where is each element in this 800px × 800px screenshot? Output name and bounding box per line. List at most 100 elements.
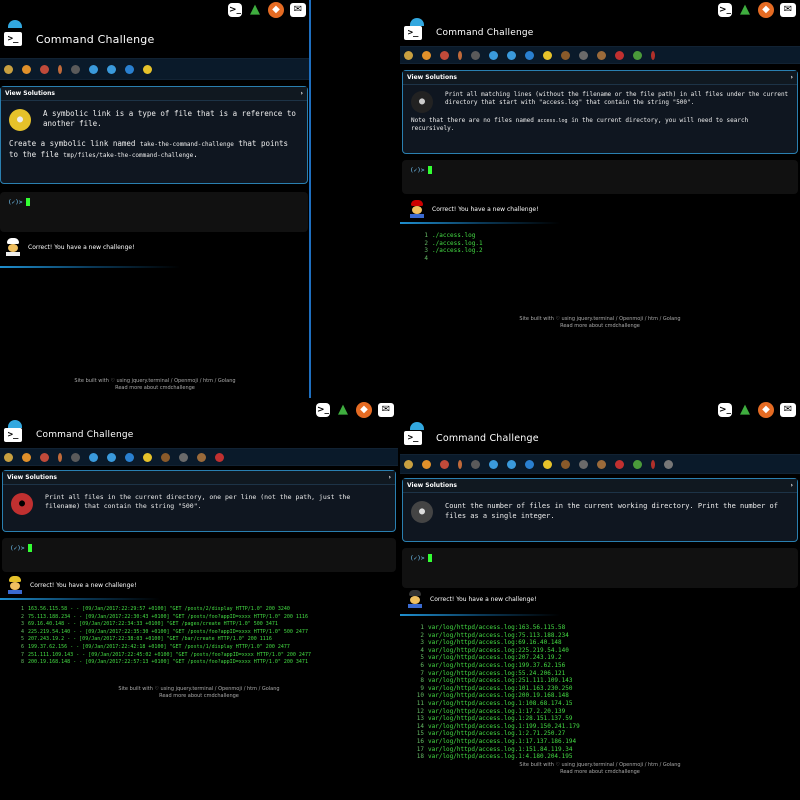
whale-icon[interactable] bbox=[89, 64, 98, 74]
gitlab-icon[interactable]: ◆ bbox=[356, 402, 372, 418]
footer-link[interactable]: Read more about cmdchallenge bbox=[0, 693, 398, 700]
snail-icon[interactable] bbox=[404, 459, 413, 469]
tree-icon[interactable]: ▲ bbox=[248, 3, 262, 17]
carrot-icon[interactable] bbox=[58, 452, 62, 462]
mail-icon[interactable]: ✉ bbox=[378, 403, 394, 417]
ladybug-icon[interactable] bbox=[615, 50, 624, 60]
butterfly-icon[interactable] bbox=[22, 452, 31, 462]
terminal-logo-icon[interactable]: >_ bbox=[4, 428, 22, 442]
snail-icon[interactable] bbox=[404, 50, 413, 60]
wolf-icon[interactable] bbox=[579, 50, 588, 60]
owl-icon[interactable] bbox=[597, 50, 606, 60]
fish-icon[interactable] bbox=[525, 459, 534, 469]
dolphin-icon[interactable] bbox=[507, 50, 516, 60]
chevron-right-icon[interactable]: › bbox=[301, 90, 303, 97]
terminal-icon[interactable]: >_ bbox=[718, 403, 732, 417]
line-number: 4 bbox=[420, 646, 424, 654]
owl-icon[interactable] bbox=[597, 459, 606, 469]
umbrella-icon bbox=[8, 20, 22, 28]
virus-icon[interactable] bbox=[471, 50, 480, 60]
footer-link[interactable]: Read more about cmdchallenge bbox=[0, 385, 310, 392]
terminal[interactable]: (✓)> bbox=[402, 160, 798, 194]
chevron-right-icon[interactable]: › bbox=[791, 482, 793, 489]
mail-icon[interactable]: ✉ bbox=[290, 3, 306, 17]
shell-icon[interactable] bbox=[561, 459, 570, 469]
snail-icon[interactable] bbox=[4, 64, 13, 74]
dolphin-icon[interactable] bbox=[107, 64, 116, 74]
gitlab-icon[interactable]: ◆ bbox=[268, 2, 284, 18]
virus-icon[interactable] bbox=[71, 64, 80, 74]
wolf-icon[interactable] bbox=[179, 452, 188, 462]
terminal-icon[interactable]: >_ bbox=[316, 403, 330, 417]
chevron-right-icon[interactable]: › bbox=[791, 74, 793, 81]
fish-icon[interactable] bbox=[125, 452, 134, 462]
shell-icon[interactable] bbox=[561, 50, 570, 60]
terminal[interactable]: (✓)> bbox=[0, 192, 308, 232]
tropical-fish-icon[interactable] bbox=[543, 50, 552, 60]
butterfly-icon[interactable] bbox=[422, 459, 431, 469]
terminal-logo-icon[interactable]: >_ bbox=[4, 32, 22, 46]
terminal-logo-icon[interactable]: >_ bbox=[404, 26, 422, 40]
chevron-right-icon[interactable]: › bbox=[389, 474, 391, 481]
mail-icon[interactable]: ✉ bbox=[780, 3, 796, 17]
whale-icon[interactable] bbox=[489, 459, 498, 469]
fly-icon[interactable] bbox=[664, 459, 673, 469]
tropical-fish-icon[interactable] bbox=[143, 64, 152, 74]
tropical-fish-icon[interactable] bbox=[143, 452, 152, 462]
line-number: 18 bbox=[416, 753, 424, 761]
match-icon[interactable] bbox=[651, 50, 655, 60]
worm-icon[interactable] bbox=[440, 50, 449, 60]
caterpillar-icon[interactable] bbox=[633, 50, 642, 60]
dolphin-icon[interactable] bbox=[107, 452, 116, 462]
whale-icon[interactable] bbox=[89, 452, 98, 462]
worm-icon[interactable] bbox=[440, 459, 449, 469]
gitlab-icon[interactable]: ◆ bbox=[758, 402, 774, 418]
output-line: 3 69.16.40.148 - - [09/Jan/2017:22:34:33 … bbox=[14, 621, 311, 629]
terminal-icon[interactable]: >_ bbox=[228, 3, 242, 17]
whale-icon[interactable] bbox=[489, 50, 498, 60]
tropical-fish-icon[interactable] bbox=[543, 459, 552, 469]
terminal[interactable]: (✓)> bbox=[402, 548, 798, 588]
footer-link[interactable]: Read more about cmdchallenge bbox=[400, 769, 800, 776]
carrot-icon[interactable] bbox=[458, 50, 462, 60]
tile-count-files: >_ ? ▲ ◆ ✉ >_ Command Challenge View Sol… bbox=[400, 400, 800, 800]
fish-icon[interactable] bbox=[525, 50, 534, 60]
carrot-icon[interactable] bbox=[58, 64, 62, 74]
footer: Site built with ♡ using jquery.terminal … bbox=[0, 686, 398, 700]
tree-icon[interactable]: ▲ bbox=[738, 403, 752, 417]
virus-icon[interactable] bbox=[471, 459, 480, 469]
view-solutions-bar[interactable]: View Solutions › bbox=[403, 71, 797, 85]
output-line: 17 var/log/httpd/access.log.1:151.84.119.… bbox=[414, 746, 580, 754]
wolf-icon[interactable] bbox=[579, 459, 588, 469]
fish-icon[interactable] bbox=[125, 64, 134, 74]
ladybug-icon[interactable] bbox=[215, 452, 224, 462]
terminal-logo-icon[interactable]: >_ bbox=[404, 431, 422, 445]
worm-icon[interactable] bbox=[40, 64, 49, 74]
line-number: 3 bbox=[20, 621, 24, 628]
correct-text: Correct! You have a new challenge! bbox=[430, 595, 537, 603]
tree-icon[interactable]: ▲ bbox=[738, 3, 752, 17]
view-solutions-bar[interactable]: View Solutions › bbox=[3, 471, 395, 485]
snail-icon[interactable] bbox=[4, 452, 13, 462]
output-text: var/log/httpd/access.log.1:28.151.137.59 bbox=[428, 715, 573, 723]
worm-icon[interactable] bbox=[40, 452, 49, 462]
caterpillar-icon[interactable] bbox=[633, 459, 642, 469]
shell-icon[interactable] bbox=[161, 452, 170, 462]
footer-link[interactable]: Read more about cmdchallenge bbox=[400, 323, 800, 330]
butterfly-icon[interactable] bbox=[422, 50, 431, 60]
dolphin-icon[interactable] bbox=[507, 459, 516, 469]
match-icon[interactable] bbox=[651, 459, 655, 469]
virus-icon[interactable] bbox=[71, 452, 80, 462]
butterfly-icon[interactable] bbox=[22, 64, 31, 74]
gitlab-icon[interactable]: ◆ bbox=[758, 2, 774, 18]
terminal[interactable]: (✓)> bbox=[2, 538, 396, 572]
mail-icon[interactable]: ✉ bbox=[780, 403, 796, 417]
terminal-icon[interactable]: >_ bbox=[718, 3, 732, 17]
view-solutions-bar[interactable]: View Solutions › bbox=[403, 479, 797, 493]
view-solutions-bar[interactable]: View Solutions › bbox=[1, 87, 307, 101]
tree-icon[interactable]: ▲ bbox=[336, 403, 350, 417]
carrot-icon[interactable] bbox=[458, 459, 462, 469]
ladybug-icon[interactable] bbox=[615, 459, 624, 469]
line-number: 8 bbox=[420, 677, 424, 685]
owl-icon[interactable] bbox=[197, 452, 206, 462]
